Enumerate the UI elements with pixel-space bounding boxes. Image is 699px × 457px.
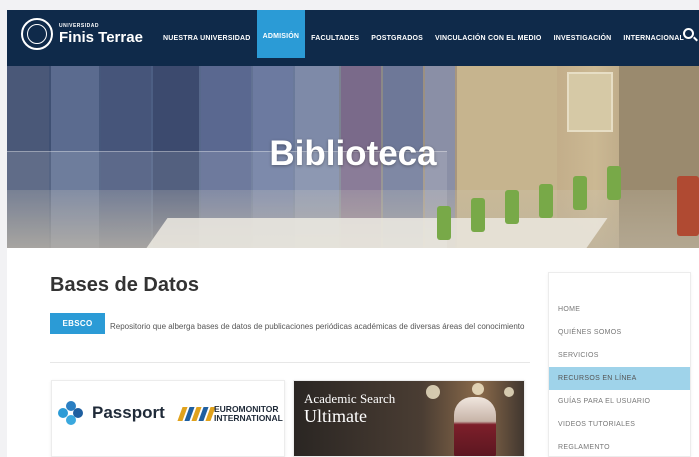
nav-item-internacional[interactable]: INTERNACIONAL	[617, 10, 690, 66]
euromonitor-logo-icon	[177, 407, 216, 421]
hero-chair	[539, 184, 553, 218]
main-nav: NUESTRA UNIVERSIDAD ADMISIÓN FACULTADES …	[157, 10, 690, 66]
sidebar-item-home[interactable]: HOME	[549, 298, 690, 321]
euromonitor-line2: INTERNATIONAL	[214, 413, 283, 423]
sidebar-item-reglamento[interactable]: REGLAMENTO	[549, 436, 690, 457]
page-frame: UNIVERSIDAD Finis Terrae NUESTRA UNIVERS…	[7, 10, 699, 457]
ceiling-light	[504, 387, 514, 397]
divider	[50, 362, 530, 363]
ceiling-light	[472, 383, 484, 395]
academic-search-title: Academic Search	[304, 391, 396, 406]
sidebar-item-quienes-somos[interactable]: QUIÉNES SOMOS	[549, 321, 690, 344]
sidebar-menu: HOME QUIÉNES SOMOS SERVICIOS RECURSOS EN…	[548, 272, 691, 457]
logo-big-text: Finis Terrae	[59, 28, 143, 46]
hero-window	[567, 72, 613, 132]
hero-chair	[437, 206, 451, 240]
passport-logo-icon	[58, 401, 84, 425]
sidebar-item-videos[interactable]: VIDEOS TUTORIALES	[549, 413, 690, 436]
academic-search-subtitle: Ultimate	[304, 406, 367, 426]
seal-icon	[21, 18, 53, 50]
hero-chair	[677, 176, 699, 236]
hero-chair	[505, 190, 519, 224]
hero-banner: Biblioteca	[7, 66, 699, 248]
hero-title: Biblioteca	[269, 134, 437, 173]
nav-item-nuestra-universidad[interactable]: NUESTRA UNIVERSIDAD	[157, 10, 257, 66]
ceiling-light	[426, 385, 440, 399]
passport-database-card[interactable]: Passport EUROMONITOR INTERNATIONAL	[51, 380, 285, 457]
sidebar-item-recursos-en-linea[interactable]: RECURSOS EN LÍNEA	[549, 367, 690, 390]
nav-item-facultades[interactable]: FACULTADES	[305, 10, 365, 66]
hero-chair	[471, 198, 485, 232]
university-logo[interactable]: UNIVERSIDAD Finis Terrae	[21, 18, 143, 50]
student-photo	[454, 397, 496, 456]
passport-wordmark: Passport	[92, 403, 165, 422]
logo-text: UNIVERSIDAD Finis Terrae	[59, 22, 143, 46]
top-navbar: UNIVERSIDAD Finis Terrae NUESTRA UNIVERS…	[7, 10, 699, 66]
sidebar-item-guias[interactable]: GUÍAS PARA EL USUARIO	[549, 390, 690, 413]
nav-item-admision[interactable]: ADMISIÓN	[256, 10, 306, 58]
logo-small-text: UNIVERSIDAD	[59, 22, 99, 29]
hero-chair	[573, 176, 587, 210]
nav-item-postgrados[interactable]: POSTGRADOS	[365, 10, 429, 66]
page-title: Bases de Datos	[50, 274, 199, 296]
academic-search-card[interactable]: Academic Search Ultimate	[293, 380, 525, 457]
database-description: Repositorio que alberga bases de datos d…	[110, 322, 525, 331]
sidebar-item-servicios[interactable]: SERVICIOS	[549, 344, 690, 367]
nav-item-vinculacion[interactable]: VINCULACIÓN CON EL MEDIO	[429, 10, 548, 66]
euromonitor-wordmark: EUROMONITOR INTERNATIONAL	[214, 405, 283, 423]
nav-item-investigacion[interactable]: INVESTIGACIÓN	[548, 10, 618, 66]
search-icon[interactable]	[683, 28, 699, 44]
